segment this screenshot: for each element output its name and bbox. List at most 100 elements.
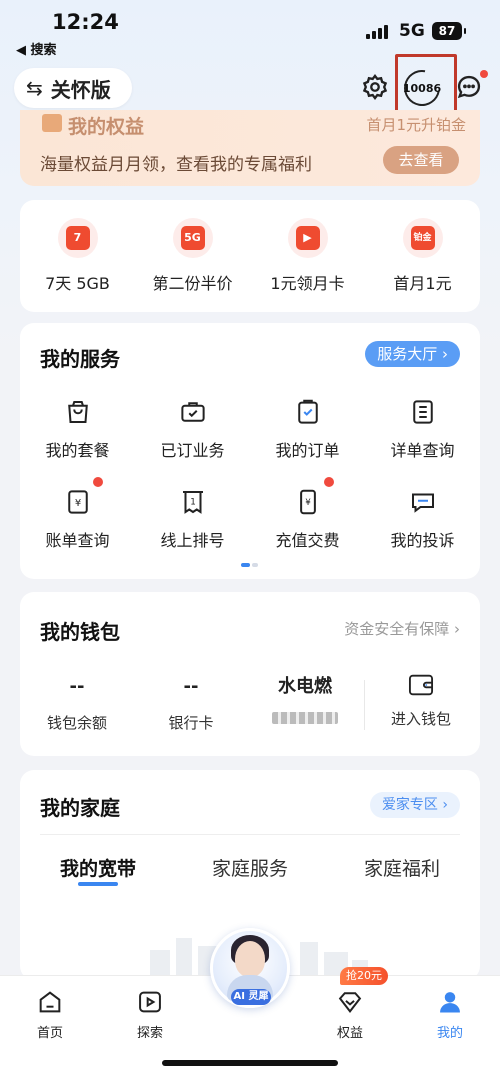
play-square-icon [136,988,164,1016]
svg-text:¥: ¥ [74,498,80,509]
service-label: 线上排号 [160,531,225,550]
status-bar: 12:24 ◀ 搜索 5G 87 [0,0,500,60]
swap-arrows-icon: ⇆ [26,76,43,100]
rights-view-button[interactable]: 去查看 [383,146,459,174]
rights-banner[interactable]: 我的权益 首月1元升铂金 海量权益月月领，查看我的专属福利 去查看 [20,110,480,186]
recharge-unread-dot [324,477,334,487]
family-tab-indicator [78,882,118,886]
services-card: 我的服务 服务大厅 › 我的套餐 已订业务 我的订单 详单查询 ¥ 账单查询 1… [20,323,480,579]
promo-item-first-month[interactable]: 铂金 首月1元 [365,218,480,294]
tab-explore-label: 探索 [136,1026,163,1041]
care-mode-button[interactable]: ⇆ 关怀版 [14,68,132,108]
diamond-icon [336,988,364,1016]
promo-label: 首月1元 [393,274,452,293]
tab-mine-label: 我的 [436,1026,463,1041]
enter-wallet-label: 进入钱包 [390,710,451,728]
promo-item-7day-5gb[interactable]: 7 7天 5GB [20,218,135,294]
care-mode-label: 关怀版 [50,77,111,102]
service-complaints[interactable]: 我的投诉 [365,487,480,551]
promo-item-half-price[interactable]: 5G 第二份半价 [135,218,250,294]
promo-label: 第二份半价 [152,274,233,293]
back-to-search-link[interactable]: ◀ 搜索 [16,39,57,58]
rights-title: 我的权益 [68,116,145,138]
tab-rights[interactable]: 权益 [315,988,385,1041]
rights-subtitle: 海量权益月月领，查看我的专属福利 [40,155,312,175]
service-label: 我的订单 [275,441,340,460]
settings-button[interactable] [358,70,392,104]
tab-mine[interactable]: 我的 [415,988,485,1041]
hotline-10086-button[interactable]: 10086 [400,82,444,95]
services-title: 我的服务 [40,347,120,371]
video-camera-icon: ▶ [287,218,328,258]
wallet-divider [364,680,365,730]
wallet-icon [407,672,435,698]
service-hall-button[interactable]: 服务大厅 › [365,341,460,367]
wallet-bank-value: -- [183,676,199,697]
calendar-icon: 7 [57,218,98,258]
ai-assistant-label: AI 灵犀 [231,989,271,1005]
wallet-bank-label: 银行卡 [168,714,214,732]
phone-yen-icon: ¥ [293,487,323,517]
wallet-title: 我的钱包 [40,620,120,644]
battery-icon: 87 [432,22,466,40]
bill-unread-dot [93,477,103,487]
service-label: 已订业务 [160,441,225,460]
chat-bubble-icon [457,75,481,99]
person-icon [436,988,464,1016]
promo-card: 7 7天 5GB 5G 第二份半价 ▶ 1元领月卡 铂金 首月1元 [20,200,480,312]
rights-promo-badge: 抢20元 [340,967,388,985]
promo-label: 1元领月卡 [270,274,345,293]
ai-assistant-button[interactable]: AI 灵犀 [210,928,290,1008]
tab-my-broadband[interactable]: 我的宽带 [60,854,136,881]
wallet-utilities[interactable]: 水电燃 [250,676,360,724]
service-my-orders[interactable]: 我的订单 [250,397,365,461]
family-title: 我的家庭 [40,796,120,820]
tab-family-services[interactable]: 家庭服务 [212,854,288,881]
service-recharge[interactable]: ¥ 充值交费 [250,487,365,551]
bill-yen-icon: ¥ [63,487,93,517]
wallet-utilities-title: 水电燃 [278,676,332,697]
service-online-queue[interactable]: 1 线上排号 [135,487,250,551]
svg-text:¥: ¥ [305,498,311,508]
tab-rights-label: 权益 [336,1026,363,1041]
family-zone-button[interactable]: 爱家专区 › [369,792,460,818]
gear-icon [362,74,388,100]
tab-family-benefits[interactable]: 家庭福利 [364,854,440,881]
enter-wallet-button[interactable]: 进入钱包 [366,672,476,729]
wallet-safety-link[interactable]: 资金安全有保障 › [344,618,460,639]
tab-explore[interactable]: 探索 [115,988,185,1041]
complaint-chat-icon [408,487,438,517]
service-label: 充值交费 [275,531,340,550]
network-type: 5G [399,21,425,41]
rights-upgrade-text: 首月1元升铂金 [366,116,466,134]
queue-ticket-icon: 1 [178,487,208,517]
home-indicator [162,1060,338,1066]
status-time: 12:24 [52,10,119,34]
svg-text:1: 1 [190,498,196,508]
service-label: 我的投诉 [390,531,455,550]
wallet-bank-card[interactable]: -- 银行卡 [136,676,246,733]
gift-card-icon: 5G [172,218,213,258]
service-bill-query[interactable]: ¥ 账单查询 [20,487,135,551]
service-subscribed[interactable]: 已订业务 [135,397,250,461]
clipboard-check-icon [293,397,323,427]
services-pager [241,563,259,567]
crown-icon: 铂金 [402,218,443,258]
signal-icon [366,25,392,39]
wallet-balance-label: 钱包余额 [46,714,107,732]
service-label: 详单查询 [390,441,455,460]
ai-avatar-icon [235,941,265,977]
rights-crown-icon [42,114,62,132]
family-divider [40,834,460,835]
wallet-balance[interactable]: -- 钱包余额 [22,676,132,733]
list-document-icon [408,397,438,427]
wallet-card: 我的钱包 资金安全有保障 › -- 钱包余额 -- 银行卡 水电燃 进入钱包 [20,592,480,756]
promo-item-monthly-card[interactable]: ▶ 1元领月卡 [250,218,365,294]
service-label: 账单查询 [45,531,110,550]
service-my-plan[interactable]: 我的套餐 [20,397,135,461]
wallet-balance-value: -- [69,676,85,697]
tab-home[interactable]: 首页 [15,988,85,1041]
promo-label: 7天 5GB [45,274,110,293]
service-detail-query[interactable]: 详单查询 [365,397,480,461]
message-unread-dot [480,70,488,78]
